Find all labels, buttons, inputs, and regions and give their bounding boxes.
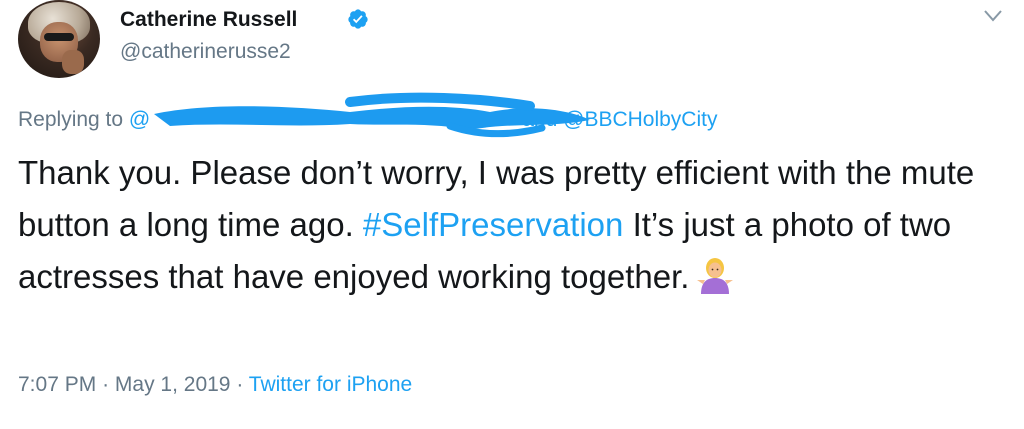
author-name[interactable]: Catherine Russell	[120, 8, 297, 32]
replying-to-label: Replying to	[18, 108, 124, 131]
avatar[interactable]	[18, 0, 100, 78]
tweet-text: Thank you. Please don’t worry, I was pre…	[18, 147, 1008, 303]
author-handle[interactable]: @catherinerusse2	[120, 40, 291, 64]
meta-separator: ·	[236, 373, 244, 396]
redaction-scribble	[154, 92, 590, 138]
avatar-sunglasses	[44, 33, 74, 41]
chevron-down-icon[interactable]	[982, 8, 1004, 24]
redacted-mention[interactable]: @	[129, 108, 150, 131]
hashtag-link[interactable]: #SelfPreservation	[363, 206, 623, 243]
tweet-date[interactable]: May 1, 2019	[115, 373, 231, 396]
tweet-source-link[interactable]: Twitter for iPhone	[249, 373, 412, 396]
woman-shrugging-emoji-icon	[697, 258, 734, 294]
verified-badge-icon	[348, 9, 368, 29]
avatar-hand	[62, 50, 84, 74]
tweet-meta: 7:07 PM · May 1, 2019 · Twitter for iPho…	[18, 373, 412, 397]
tweet-time[interactable]: 7:07 PM	[18, 373, 96, 396]
meta-separator: ·	[102, 373, 110, 396]
